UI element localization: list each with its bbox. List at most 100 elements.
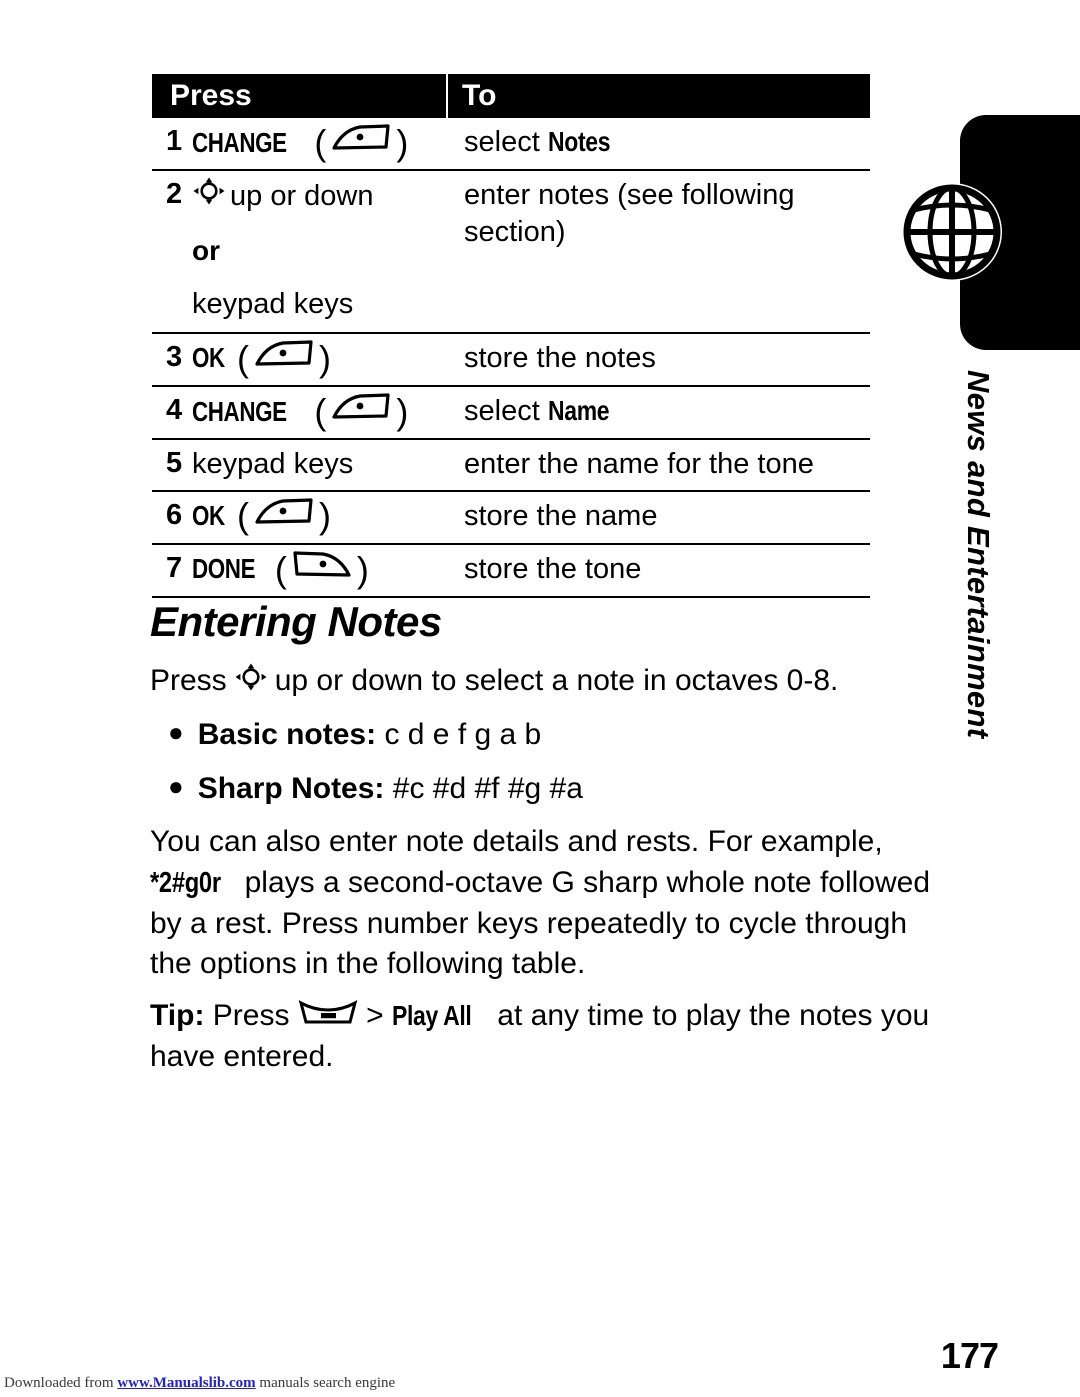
table-cell-to: store the name [450, 492, 870, 543]
table-cell-press: 7 DONE ( ) [152, 545, 450, 596]
step-number: 6 [166, 498, 183, 531]
right-softkey-icon [291, 550, 353, 590]
table-row: 5 keypad keys enter the name for the ton… [152, 440, 870, 492]
section-heading: Entering Notes [150, 598, 442, 645]
paren-close: ) [319, 337, 331, 379]
navigation-key-icon [234, 662, 268, 700]
tip-separator: > [366, 999, 384, 1032]
bullet-values: c d e f g a b [384, 718, 542, 751]
table-cell-to: store the notes [450, 334, 870, 385]
paren-close: ) [356, 548, 369, 590]
bullet-dot-icon: ● [168, 771, 184, 801]
press-instruction: OK ( ) [192, 338, 450, 379]
tip-label: Tip: [150, 999, 205, 1032]
paren-close: ) [396, 390, 409, 432]
to-text: enter notes (see following section) [464, 179, 795, 249]
left-softkey-icon [330, 392, 392, 432]
press-label: keypad keys [192, 448, 354, 481]
left-softkey-icon [330, 123, 392, 163]
press-instruction: CHANGE ( ) [192, 122, 450, 163]
example-code: *2#g0r [150, 866, 221, 899]
table-row: 6 OK ( ) store the name [152, 492, 870, 545]
press-alt-label: keypad keys [192, 288, 354, 321]
page-number: 177 [940, 1335, 999, 1376]
table-cell-press: 1 CHANGE ( ) [152, 118, 450, 169]
step-number: 1 [166, 125, 183, 157]
paren-open: ( [237, 337, 249, 379]
bullet-label: Basic notes: [197, 718, 377, 751]
press-instruction: up or down or keypad keys [192, 175, 450, 325]
press-or-label: or [192, 234, 220, 266]
intro-paragraph: Press up or down to select a note in oct… [150, 662, 838, 700]
paren-close: ) [319, 495, 331, 537]
step-number: 5 [166, 447, 183, 480]
manual-page: News and Entertainment Press To 1 CHANGE… [0, 0, 1080, 1397]
softkey-label: OK [192, 500, 225, 532]
table-cell-press: 2 up or down or keypad keys [152, 171, 450, 331]
to-text: enter the name for the tone [464, 448, 814, 481]
softkey-label: OK [192, 342, 225, 374]
press-instruction: CHANGE ( ) [192, 391, 450, 432]
list-item: ● Basic notes: c d e f g a b [168, 718, 928, 752]
table-row: 2 up or down or keypad keys enter notes … [152, 171, 870, 334]
step-number: 2 [166, 178, 183, 211]
left-softkey-icon [253, 339, 315, 379]
to-display-text: Name [547, 395, 610, 427]
bullet-dot-icon: ● [168, 717, 184, 747]
table-row: 3 OK ( ) store the notes [152, 334, 870, 388]
table-header-press: Press [152, 74, 448, 118]
table-cell-press: 3 OK ( ) [152, 334, 450, 385]
tip-menu-item: Play All [392, 1000, 472, 1031]
menu-key-icon [298, 997, 358, 1038]
table-cell-to: select Notes [450, 118, 870, 169]
navigation-key-icon [192, 176, 226, 216]
intro-text-before: Press [150, 664, 227, 697]
table-row: 4 CHANGE ( ) select Name [152, 387, 870, 441]
to-display-text: Notes [547, 126, 610, 157]
bullet-values: #c #d #f #g #a [392, 772, 583, 805]
table-cell-to: enter the name for the tone [450, 440, 870, 489]
softkey-label: DONE [192, 553, 256, 585]
paren-open: ( [314, 121, 327, 163]
table-cell-press: 5 keypad keys [152, 440, 450, 489]
example-paragraph: You can also enter note details and rest… [150, 822, 940, 985]
side-tab-label-wrapper: News and Entertainment [961, 370, 1023, 760]
table-cell-press: 4 CHANGE ( ) [152, 387, 450, 438]
table-row: 7 DONE ( ) store the tone [152, 545, 870, 599]
list-item: ● Sharp Notes: #c #d #f #g #a [168, 772, 928, 806]
step-number: 7 [166, 551, 183, 584]
globe-icon [898, 178, 1006, 286]
paren-open: ( [314, 390, 327, 432]
paren-open: ( [237, 495, 249, 537]
to-text: select [464, 395, 548, 428]
download-watermark: Downloaded from www.Manualslib.com manua… [4, 1375, 395, 1392]
example-text-part1: You can also enter note details and rest… [150, 825, 883, 858]
to-text: store the tone [464, 552, 642, 585]
notes-bullet-list: ● Basic notes: c d e f g a b ● Sharp Not… [168, 718, 928, 826]
table-cell-to: store the tone [450, 545, 870, 596]
step-number: 4 [166, 394, 183, 427]
example-text-part2: plays a second-octave G sharp whole note… [150, 865, 931, 981]
softkey-label: CHANGE [192, 395, 287, 427]
tip-press-text: Press [212, 999, 290, 1032]
left-softkey-icon [253, 497, 315, 537]
table-cell-to: select Name [450, 387, 870, 438]
nav-direction-text: up or down [230, 180, 374, 213]
paren-close: ) [396, 121, 409, 163]
table-header-to: To [462, 79, 497, 112]
table-header-row: Press To [152, 74, 870, 118]
softkey-label: CHANGE [192, 126, 287, 158]
tip-paragraph: Tip: Press > Play All at any time to pla… [150, 996, 940, 1078]
table-cell-to: enter notes (see following section) [450, 171, 870, 331]
step-number: 3 [166, 340, 183, 373]
to-text: store the name [464, 499, 658, 532]
table-cell-press: 6 OK ( ) [152, 492, 450, 543]
paren-open: ( [274, 548, 287, 590]
to-text: store the notes [464, 341, 656, 374]
download-note-before: Downloaded from [4, 1375, 118, 1391]
procedure-table: Press To 1 CHANGE () select Notes 2 up … [152, 74, 870, 599]
press-instruction: OK ( ) [192, 496, 450, 537]
download-note-after: manuals search engine [255, 1375, 396, 1391]
press-instruction: keypad keys [192, 444, 450, 483]
manualslib-link[interactable]: www.Manualslib.com [117, 1375, 255, 1391]
